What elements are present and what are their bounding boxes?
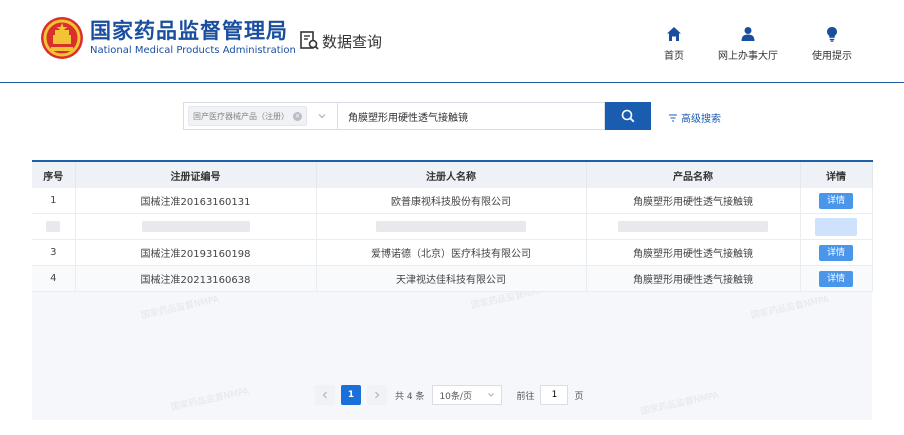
org-name-en: National Medical Products Administration [90, 45, 296, 56]
chevron-left-icon [322, 391, 327, 399]
search-button[interactable] [605, 102, 651, 130]
redacted-block [618, 220, 768, 232]
redacted-block [46, 220, 61, 232]
registrant-name: 天津视达佳科技有限公司 [316, 265, 587, 292]
site-logo[interactable]: 国家药品监督管理局 National Medical Products Admi… [40, 16, 296, 60]
advanced-search-link[interactable]: 高级搜索 [668, 110, 721, 125]
page-size-select[interactable]: 10条/页 [432, 385, 503, 405]
table-row: 4 国械注准20213160638 天津视达佳科技有限公司 角膜塑形用硬性透气接… [32, 265, 873, 292]
table-row-redacted [32, 213, 873, 240]
next-page-button[interactable] [367, 385, 387, 405]
chevron-down-icon [488, 393, 495, 397]
chevron-right-icon [375, 391, 380, 399]
redacted-block [815, 217, 857, 236]
lightbulb-icon [827, 27, 837, 42]
column-header: 注册人名称 [316, 160, 587, 188]
redacted-cell [32, 213, 76, 240]
row-index: 3 [32, 239, 76, 266]
page-unit-label: 页 [574, 391, 584, 402]
prev-page-button[interactable] [315, 385, 335, 405]
redacted-cell [316, 213, 587, 240]
site-header: 国家药品监督管理局 National Medical Products Admi… [0, 0, 904, 83]
registrant-name: 欧普康视科技股份有限公司 [316, 188, 587, 214]
section-title: 数据查询 [322, 32, 383, 51]
pagination: 1 共 4 条 10条/页 前往 页 [315, 384, 583, 406]
nav-home[interactable]: 首页 [664, 26, 684, 62]
detail-cell: 详情 [800, 188, 873, 214]
registration-number: 国械注准20193160198 [75, 239, 317, 266]
detail-button[interactable]: 详情 [819, 192, 853, 209]
row-index: 1 [32, 188, 76, 214]
column-header: 注册证编号 [75, 160, 317, 188]
search-icon [621, 109, 635, 123]
redacted-block [376, 220, 526, 232]
registrant-name: 爱博诺德（北京）医疗科技有限公司 [316, 239, 587, 266]
column-header: 产品名称 [586, 160, 801, 188]
top-nav: 首页 网上办事大厅 使用提示 [630, 26, 852, 62]
detail-cell: 详情 [800, 265, 873, 292]
org-name-cn: 国家药品监督管理局 [90, 19, 288, 43]
column-header: 详情 [800, 160, 873, 188]
home-icon [667, 27, 681, 41]
detail-cell: 详情 [800, 239, 873, 266]
column-header: 序号 [32, 160, 76, 188]
product-name: 角膜塑形用硬性透气接触镜 [586, 239, 801, 266]
nav-usage-tips-label: 使用提示 [812, 51, 852, 62]
national-emblem-icon [41, 17, 83, 59]
row-index: 4 [32, 265, 76, 292]
clear-category-icon[interactable]: × [293, 111, 302, 121]
advanced-search-label: 高级搜索 [681, 114, 721, 125]
nav-online-service[interactable]: 网上办事大厅 [718, 26, 778, 62]
category-tag-label: 国产医疗器械产品（注册） [193, 111, 289, 121]
category-tag: 国产医疗器械产品（注册） × [188, 106, 307, 126]
category-select[interactable]: 国产医疗器械产品（注册） × [183, 102, 337, 130]
registration-number: 国械注准20213160638 [75, 265, 317, 292]
document-search-icon [300, 31, 319, 50]
search-input[interactable] [337, 102, 605, 130]
redacted-cell [75, 213, 317, 240]
registration-number: 国械注准20163160131 [75, 188, 317, 214]
nav-home-label: 首页 [664, 51, 684, 62]
nav-usage-tips[interactable]: 使用提示 [812, 26, 852, 62]
redacted-cell [800, 213, 873, 240]
results-table: 序号 注册证编号 注册人名称 产品名称 详情 1 国械注准20163160131… [32, 160, 873, 292]
page-size-value: 10条/页 [439, 391, 472, 402]
table-row: 3 国械注准20193160198 爱博诺德（北京）医疗科技有限公司 角膜塑形用… [32, 239, 873, 266]
filter-lines-icon [669, 114, 677, 121]
product-name: 角膜塑形用硬性透气接触镜 [586, 188, 801, 214]
data-query-title: 数据查询 [298, 30, 382, 52]
page-number-active[interactable]: 1 [341, 385, 361, 405]
redacted-cell [586, 213, 801, 240]
table-row: 1 国械注准20163160131 欧普康视科技股份有限公司 角膜塑形用硬性透气… [32, 188, 873, 214]
nav-online-service-label: 网上办事大厅 [718, 51, 778, 62]
detail-button[interactable]: 详情 [819, 270, 853, 287]
user-icon [741, 27, 755, 41]
chevron-down-icon [318, 114, 326, 119]
search-bar: 国产医疗器械产品（注册） × [183, 102, 651, 130]
product-name: 角膜塑形用硬性透气接触镜 [586, 265, 801, 292]
detail-button[interactable]: 详情 [819, 244, 853, 261]
total-count: 共 4 条 [395, 391, 425, 402]
redacted-block [141, 220, 250, 232]
goto-page-input[interactable] [540, 385, 569, 405]
table-header-row: 序号 注册证编号 注册人名称 产品名称 详情 [32, 160, 873, 188]
goto-label: 前往 [516, 391, 535, 402]
